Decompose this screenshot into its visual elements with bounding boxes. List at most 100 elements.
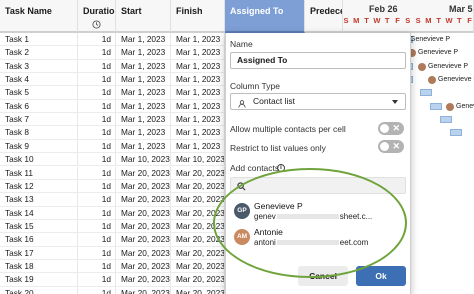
cell-duration[interactable]: 1d: [78, 99, 116, 114]
contact-search-input[interactable]: [230, 177, 406, 194]
gantt-bar[interactable]: [440, 116, 452, 124]
cell-start[interactable]: Mar 20, 2023: [116, 206, 171, 220]
cell-finish[interactable]: Mar 1, 2023: [171, 139, 225, 154]
cell-finish[interactable]: Mar 20, 2023: [171, 259, 225, 274]
cell-duration[interactable]: 1d: [78, 113, 116, 127]
cell-duration[interactable]: 1d: [78, 206, 116, 220]
cell-start[interactable]: Mar 1, 2023: [116, 46, 171, 60]
cell-task[interactable]: Task 6: [0, 99, 78, 114]
cell-duration[interactable]: 1d: [78, 179, 116, 194]
cell-start[interactable]: Mar 20, 2023: [116, 193, 171, 207]
cell-finish[interactable]: Mar 1, 2023: [171, 33, 225, 47]
cell-duration[interactable]: 1d: [78, 46, 116, 60]
cell-start[interactable]: Mar 1, 2023: [116, 86, 171, 100]
cell-finish[interactable]: Mar 20, 2023: [171, 179, 225, 194]
cell-task[interactable]: Task 13: [0, 193, 78, 207]
contact-item-antonie[interactable]: AM Antonie antoni eet.com: [232, 226, 404, 250]
cell-start[interactable]: Mar 1, 2023: [116, 126, 171, 140]
cell-finish[interactable]: Mar 20, 2023: [171, 219, 225, 234]
cell-task[interactable]: Task 19: [0, 273, 78, 287]
cell-duration[interactable]: 1d: [78, 86, 116, 100]
cell-finish[interactable]: Mar 1, 2023: [171, 99, 225, 114]
cell-start[interactable]: Mar 20, 2023: [116, 179, 171, 194]
info-icon[interactable]: i: [277, 164, 285, 172]
cell-finish[interactable]: Mar 10, 2023: [171, 153, 225, 167]
cell-task[interactable]: Task 20: [0, 286, 78, 294]
cell-duration[interactable]: 1d: [78, 153, 116, 167]
cell-duration[interactable]: 1d: [78, 246, 116, 260]
cell-start[interactable]: Mar 20, 2023: [116, 273, 171, 287]
cell-task[interactable]: Task 1: [0, 33, 78, 47]
cell-task[interactable]: Task 17: [0, 246, 78, 260]
cell-duration[interactable]: 1d: [78, 33, 116, 47]
cell-finish[interactable]: Mar 1, 2023: [171, 59, 225, 74]
cell-finish[interactable]: Mar 20, 2023: [171, 206, 225, 220]
cell-task[interactable]: Task 12: [0, 179, 78, 194]
cell-start[interactable]: Mar 1, 2023: [116, 59, 171, 74]
cell-finish[interactable]: Mar 20, 2023: [171, 246, 225, 260]
cancel-button[interactable]: Cancel: [298, 266, 348, 286]
column-header-task-name[interactable]: Task Name: [0, 0, 78, 33]
cell-duration[interactable]: 1d: [78, 139, 116, 154]
cell-duration[interactable]: 1d: [78, 73, 116, 87]
cell-task[interactable]: Task 8: [0, 126, 78, 140]
gantt-bar[interactable]: [450, 129, 462, 137]
cell-finish[interactable]: Mar 20, 2023: [171, 166, 225, 180]
cell-task[interactable]: Task 16: [0, 233, 78, 247]
cell-finish[interactable]: Mar 20, 2023: [171, 286, 225, 294]
column-header-finish[interactable]: Finish: [171, 0, 225, 33]
cell-duration[interactable]: 1d: [78, 259, 116, 274]
cell-task[interactable]: Task 18: [0, 259, 78, 274]
cell-start[interactable]: Mar 1, 2023: [116, 99, 171, 114]
ok-button[interactable]: Ok: [356, 266, 406, 286]
contact-item-genevieve[interactable]: GP Genevieve P genev sheet.c...: [232, 200, 404, 224]
cell-start[interactable]: Mar 20, 2023: [116, 166, 171, 180]
cell-start[interactable]: Mar 20, 2023: [116, 246, 171, 260]
cell-duration[interactable]: 1d: [78, 233, 116, 247]
allow-multiple-toggle[interactable]: ✕: [378, 122, 404, 135]
cell-finish[interactable]: Mar 20, 2023: [171, 193, 225, 207]
cell-task[interactable]: Task 3: [0, 59, 78, 74]
cell-task[interactable]: Task 10: [0, 153, 78, 167]
cell-duration[interactable]: 1d: [78, 126, 116, 140]
cell-task[interactable]: Task 4: [0, 73, 78, 87]
cell-start[interactable]: Mar 1, 2023: [116, 73, 171, 87]
cell-duration[interactable]: 1d: [78, 286, 116, 294]
cell-task[interactable]: Task 15: [0, 219, 78, 234]
cell-start[interactable]: Mar 20, 2023: [116, 286, 171, 294]
cell-finish[interactable]: Mar 1, 2023: [171, 126, 225, 140]
cell-start[interactable]: Mar 20, 2023: [116, 219, 171, 234]
cell-duration[interactable]: 1d: [78, 59, 116, 74]
cell-start[interactable]: Mar 20, 2023: [116, 233, 171, 247]
cell-start[interactable]: Mar 1, 2023: [116, 139, 171, 154]
cell-finish[interactable]: Mar 1, 2023: [171, 86, 225, 100]
cell-start[interactable]: Mar 1, 2023: [116, 33, 171, 47]
cell-task[interactable]: Task 11: [0, 166, 78, 180]
cell-finish[interactable]: Mar 1, 2023: [171, 73, 225, 87]
column-header-duration[interactable]: Duration: [78, 0, 116, 33]
cell-duration[interactable]: 1d: [78, 166, 116, 180]
column-header-assigned-to[interactable]: Assigned To: [225, 0, 305, 33]
cell-duration[interactable]: 1d: [78, 219, 116, 234]
cell-task[interactable]: Task 5: [0, 86, 78, 100]
cell-task[interactable]: Task 14: [0, 206, 78, 220]
cell-finish[interactable]: Mar 20, 2023: [171, 233, 225, 247]
cell-start[interactable]: Mar 20, 2023: [116, 259, 171, 274]
cell-task[interactable]: Task 9: [0, 139, 78, 154]
cell-finish[interactable]: Mar 20, 2023: [171, 273, 225, 287]
cell-finish[interactable]: Mar 1, 2023: [171, 46, 225, 60]
restrict-toggle[interactable]: ✕: [378, 140, 404, 153]
cell-task[interactable]: Task 7: [0, 113, 78, 127]
column-header-predecessors[interactable]: Predece: [305, 0, 343, 33]
column-name-input[interactable]: Assigned To: [230, 52, 406, 69]
gantt-bar[interactable]: [430, 102, 442, 110]
cell-task[interactable]: Task 2: [0, 46, 78, 60]
column-type-select[interactable]: Contact list: [230, 93, 406, 110]
cell-duration[interactable]: 1d: [78, 193, 116, 207]
cell-finish[interactable]: Mar 1, 2023: [171, 113, 225, 127]
column-header-start[interactable]: Start: [116, 0, 171, 33]
cell-start[interactable]: Mar 10, 2023: [116, 153, 171, 167]
gantt-bar[interactable]: [420, 89, 432, 97]
cell-start[interactable]: Mar 1, 2023: [116, 113, 171, 127]
cell-duration[interactable]: 1d: [78, 273, 116, 287]
